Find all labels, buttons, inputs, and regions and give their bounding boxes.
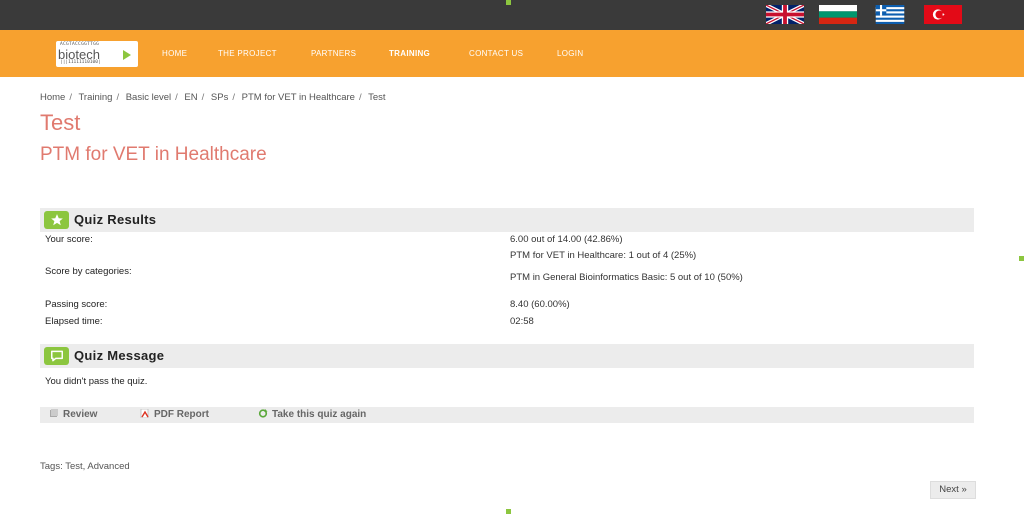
breadcrumb-training[interactable]: Training bbox=[78, 92, 112, 103]
nav-contact-us[interactable]: CONTACT US bbox=[469, 49, 523, 58]
nav-home[interactable]: HOME bbox=[162, 49, 187, 58]
quiz-actions-bar: Review PDF Report Take this quiz again bbox=[40, 407, 974, 423]
next-button[interactable]: Next » bbox=[930, 481, 976, 499]
bulgaria-flag-icon[interactable] bbox=[819, 5, 857, 24]
tags-line: Tags: Test, Advanced bbox=[40, 461, 130, 472]
passing-score-label: Passing score: bbox=[45, 299, 108, 310]
tags-label: Tags: bbox=[40, 461, 63, 472]
your-score-value: 6.00 out of 14.00 (42.86%) bbox=[510, 234, 623, 245]
pdf-icon bbox=[140, 409, 149, 418]
page-subtitle: PTM for VET in Healthcare bbox=[40, 144, 267, 165]
review-icon bbox=[50, 409, 58, 417]
quiz-message-header: Quiz Message bbox=[40, 344, 974, 368]
breadcrumb-ptm[interactable]: PTM for VET in Healthcare bbox=[242, 92, 355, 103]
tag-advanced[interactable]: Advanced bbox=[87, 461, 129, 472]
breadcrumb: Home / Training / Basic level / EN / SPs / PT… bbox=[40, 92, 386, 103]
turkey-flag-icon[interactable] bbox=[924, 5, 962, 24]
edge-marker bbox=[506, 0, 511, 5]
nav-partners[interactable]: PARTNERS bbox=[311, 49, 356, 58]
edge-marker bbox=[506, 509, 511, 514]
breadcrumb-basic-level[interactable]: Basic level bbox=[126, 92, 171, 103]
page-title: Test bbox=[40, 110, 81, 135]
category-score-2: PTM in General Bioinformatics Basic: 5 o… bbox=[510, 272, 743, 283]
breadcrumb-en[interactable]: EN bbox=[184, 92, 197, 103]
quiz-message-text: You didn't pass the quiz. bbox=[45, 376, 148, 387]
review-label: Review bbox=[63, 409, 98, 420]
star-icon bbox=[44, 211, 69, 229]
elapsed-time-label: Elapsed time: bbox=[45, 316, 103, 327]
greece-flag-icon[interactable] bbox=[871, 5, 909, 24]
refresh-icon bbox=[258, 409, 268, 418]
top-bar bbox=[0, 0, 1024, 30]
your-score-label: Your score: bbox=[45, 234, 93, 245]
pdf-report-button[interactable]: PDF Report bbox=[140, 409, 209, 420]
tag-test[interactable]: Test bbox=[65, 461, 82, 472]
retake-quiz-button[interactable]: Take this quiz again bbox=[258, 409, 366, 420]
uk-flag-icon[interactable] bbox=[766, 5, 804, 24]
edge-marker bbox=[1019, 256, 1024, 261]
passing-score-value: 8.40 (60.00%) bbox=[510, 299, 570, 310]
breadcrumb-current: Test bbox=[368, 92, 386, 103]
quiz-message-title: Quiz Message bbox=[74, 348, 165, 363]
category-score-1: PTM for VET in Healthcare: 1 out of 4 (2… bbox=[510, 250, 697, 261]
nav-login[interactable]: LOGIN bbox=[557, 49, 583, 58]
logo-binary-text: |||11111110100| bbox=[60, 60, 101, 65]
elapsed-time-value: 02:58 bbox=[510, 316, 534, 327]
retake-quiz-label: Take this quiz again bbox=[272, 409, 367, 420]
nav-the-project[interactable]: THE PROJECT bbox=[218, 49, 277, 58]
logo-play-icon bbox=[123, 50, 131, 60]
breadcrumb-home[interactable]: Home bbox=[40, 92, 65, 103]
speech-bubble-icon bbox=[44, 347, 69, 365]
pdf-report-label: PDF Report bbox=[154, 409, 209, 420]
review-button[interactable]: Review bbox=[49, 409, 97, 420]
breadcrumb-sps[interactable]: SPs bbox=[211, 92, 228, 103]
score-by-categories-label: Score by categories: bbox=[45, 266, 132, 277]
biotech-logo[interactable]: ACGTACCGGTTGG biotech |||11111110100| bbox=[56, 41, 138, 67]
quiz-results-header: Quiz Results bbox=[40, 208, 974, 232]
nav-training[interactable]: TRAINING bbox=[389, 49, 430, 58]
main-header: ACGTACCGGTTGG biotech |||11111110100| HO… bbox=[0, 30, 1024, 77]
quiz-results-title: Quiz Results bbox=[74, 212, 157, 227]
